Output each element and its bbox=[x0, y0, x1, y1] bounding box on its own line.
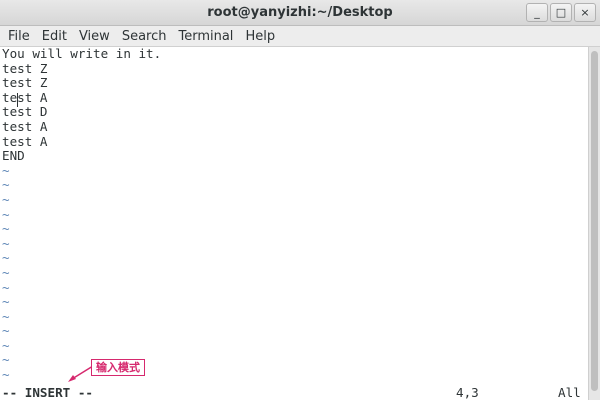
empty-line-tilde: ~ bbox=[2, 221, 10, 237]
text-cursor bbox=[17, 93, 18, 107]
menu-item-view[interactable]: View bbox=[73, 26, 116, 47]
editor-line: test Z bbox=[2, 75, 48, 91]
scrollbar[interactable] bbox=[588, 47, 600, 400]
terminal-content[interactable]: You will write in it. test Z test Z test… bbox=[0, 47, 588, 400]
editor-line: test Z bbox=[2, 60, 48, 76]
editor-line: You will write in it. bbox=[2, 47, 162, 61]
vim-status-line: -- INSERT -- 4,3 All bbox=[0, 385, 588, 400]
terminal-window: root@yanyizhi:~/Desktop _ □ × File Edit … bbox=[0, 0, 600, 400]
empty-line-tilde: ~ bbox=[2, 264, 10, 280]
menu-item-help[interactable]: Help bbox=[239, 26, 281, 47]
menu-item-terminal[interactable]: Terminal bbox=[172, 26, 239, 47]
menu-item-search[interactable]: Search bbox=[116, 26, 173, 47]
editor-line: test D bbox=[2, 104, 48, 120]
insert-mode-indicator: -- INSERT -- bbox=[2, 385, 93, 400]
empty-line-tilde: ~ bbox=[2, 235, 10, 251]
scrollbar-thumb[interactable] bbox=[591, 51, 598, 391]
title-bar[interactable]: root@yanyizhi:~/Desktop _ □ × bbox=[0, 0, 600, 26]
scroll-indicator: All bbox=[558, 385, 581, 400]
window-title: root@yanyizhi:~/Desktop bbox=[207, 5, 393, 20]
maximize-icon[interactable]: □ bbox=[550, 3, 572, 22]
empty-line-tilde: ~ bbox=[2, 337, 10, 353]
editor-line: test A bbox=[2, 133, 48, 149]
empty-line-tilde: ~ bbox=[2, 162, 10, 178]
editor-line: test A bbox=[2, 89, 48, 105]
empty-line-tilde: ~ bbox=[2, 177, 10, 193]
empty-line-tilde: ~ bbox=[2, 308, 10, 324]
close-icon[interactable]: × bbox=[574, 3, 596, 22]
empty-line-tilde: ~ bbox=[2, 250, 10, 266]
editor-line: test A bbox=[2, 118, 48, 134]
empty-line-tilde: ~ bbox=[2, 191, 10, 207]
window-controls: _ □ × bbox=[526, 3, 596, 22]
empty-line-tilde: ~ bbox=[2, 206, 10, 222]
empty-line-tilde: ~ bbox=[2, 323, 10, 339]
cursor-position: 4,3 bbox=[456, 385, 479, 400]
empty-line-tilde: ~ bbox=[2, 279, 10, 295]
empty-line-tilde: ~ bbox=[2, 294, 10, 310]
menu-item-file[interactable]: File bbox=[2, 26, 36, 47]
menu-item-edit[interactable]: Edit bbox=[36, 26, 73, 47]
menu-bar: File Edit View Search Terminal Help bbox=[0, 26, 600, 47]
annotation-callout: 输入模式 bbox=[91, 359, 145, 376]
minimize-icon[interactable]: _ bbox=[526, 3, 548, 22]
editor-line: END bbox=[2, 148, 25, 164]
